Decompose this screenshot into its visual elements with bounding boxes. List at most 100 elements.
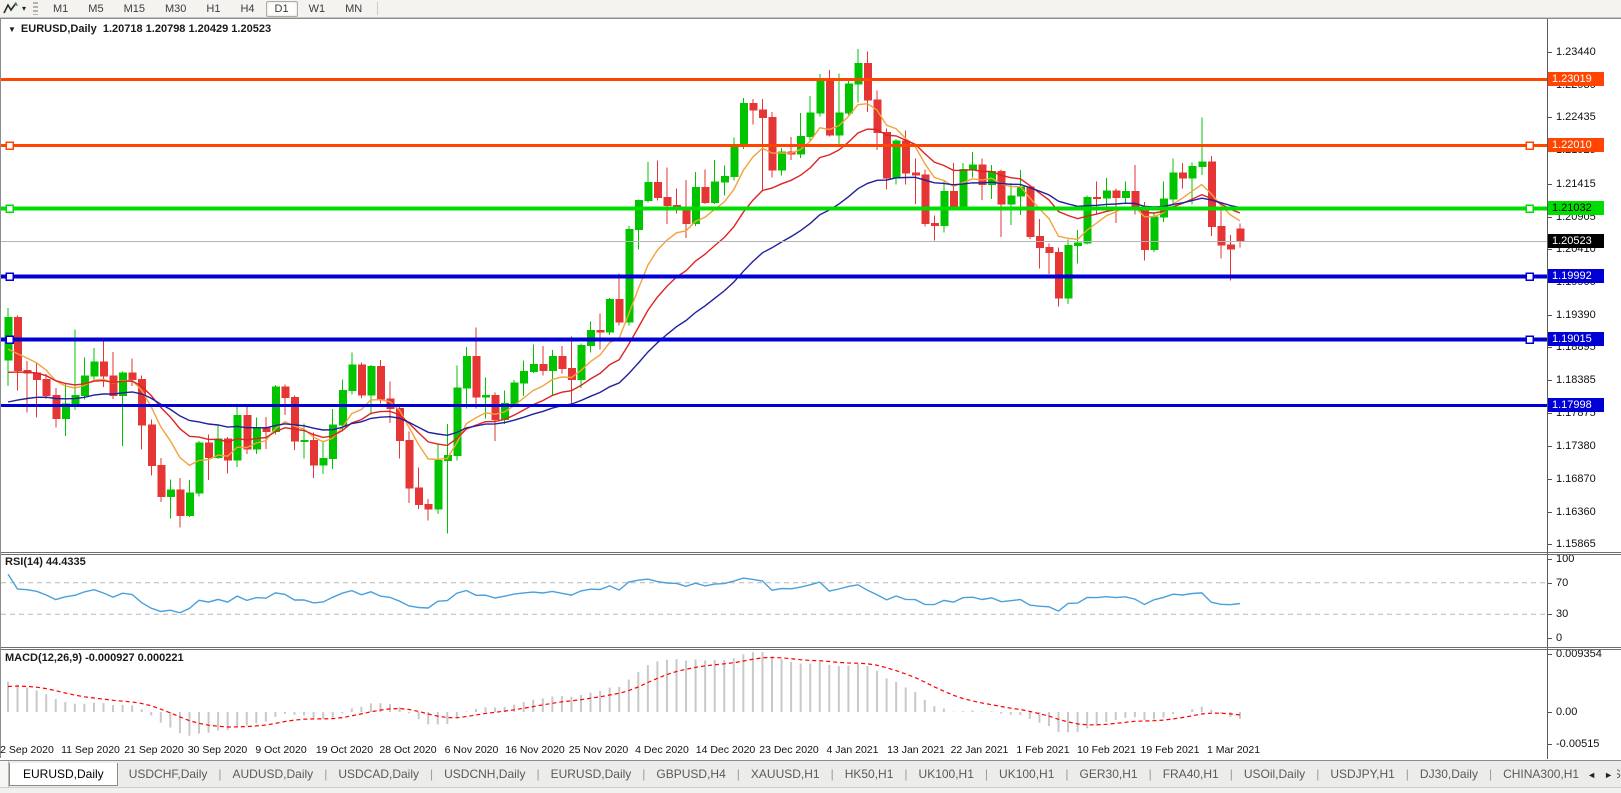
hline-price-label: 1.23019 bbox=[1548, 72, 1604, 86]
price-tick-label: 1.23440 bbox=[1556, 46, 1596, 58]
price-tick-label: 1.18385 bbox=[1556, 374, 1596, 386]
date-tick-label: 1 Feb 2021 bbox=[1016, 744, 1069, 756]
date-tick-label: 9 Oct 2020 bbox=[255, 744, 306, 756]
tab-audusd-daily[interactable]: AUDUSD,Daily bbox=[222, 763, 325, 785]
toolbar-separator bbox=[377, 2, 378, 15]
pane-divider[interactable] bbox=[1, 554, 1621, 555]
rsi-tickmark bbox=[1548, 559, 1552, 560]
tab-dj30-daily[interactable]: DJ30,Daily bbox=[1409, 763, 1489, 785]
current-price-label: 1.20523 bbox=[1548, 234, 1604, 248]
timeframe-button-w1[interactable]: W1 bbox=[300, 1, 335, 17]
price-tickmark bbox=[1548, 117, 1552, 118]
timeframe-button-h4[interactable]: H4 bbox=[231, 1, 263, 17]
tab-ger30-h1[interactable]: GER30,H1 bbox=[1069, 763, 1149, 785]
price-tickmark bbox=[1548, 184, 1552, 185]
chart-tools-dropdown-caret[interactable]: ▾ bbox=[21, 4, 30, 13]
rsi-tickmark bbox=[1548, 583, 1552, 584]
chart-ohlc-values: 1.20718 1.20798 1.20429 1.20523 bbox=[103, 23, 271, 35]
date-tick-label: 30 Sep 2020 bbox=[188, 744, 248, 756]
timeframe-button-m30[interactable]: M30 bbox=[156, 1, 195, 17]
chart-ohlc-header: ▼ EURUSD,Daily 1.20718 1.20798 1.20429 1.… bbox=[8, 23, 271, 35]
date-tick-label: 19 Feb 2021 bbox=[1141, 744, 1200, 756]
price-tickmark bbox=[1548, 217, 1552, 218]
tab-usdcad-daily[interactable]: USDCAD,Daily bbox=[327, 763, 430, 785]
tab-scroll-controls: ◄ ► bbox=[1583, 761, 1617, 787]
toolbar-grip-handle[interactable] bbox=[33, 2, 38, 15]
timeframe-button-m5[interactable]: M5 bbox=[79, 1, 112, 17]
collapse-icon[interactable]: ▼ bbox=[8, 25, 16, 34]
price-tickmark bbox=[1548, 544, 1552, 545]
tab-gbpusd-h4[interactable]: GBPUSD,H4 bbox=[645, 763, 736, 785]
timeframe-button-h1[interactable]: H1 bbox=[197, 1, 229, 17]
price-tick-label: 1.15865 bbox=[1556, 538, 1596, 550]
date-axis[interactable]: 2 Sep 202011 Sep 202021 Sep 202030 Sep 2… bbox=[1, 741, 1547, 759]
tab-usdjpy-h1[interactable]: USDJPY,H1 bbox=[1319, 763, 1405, 785]
macd-tickmark bbox=[1548, 744, 1552, 745]
price-tickmark bbox=[1548, 249, 1552, 250]
tab-usdcnh-daily[interactable]: USDCNH,Daily bbox=[433, 763, 536, 785]
date-tick-label: 6 Nov 2020 bbox=[445, 744, 499, 756]
tab-eurusd-daily[interactable]: EURUSD,Daily bbox=[9, 763, 118, 786]
pane-divider[interactable] bbox=[1, 552, 1621, 553]
rsi-tickmark bbox=[1548, 638, 1552, 639]
date-tick-label: 19 Oct 2020 bbox=[316, 744, 373, 756]
tab-usoil-daily[interactable]: USOil,Daily bbox=[1233, 763, 1316, 785]
hline-price-label: 1.17998 bbox=[1548, 398, 1604, 412]
price-tick-label: 1.17380 bbox=[1556, 440, 1596, 452]
tab-uk100-h1[interactable]: UK100,H1 bbox=[908, 763, 985, 785]
date-tick-label: 16 Nov 2020 bbox=[505, 744, 565, 756]
tab-scroll-left-icon[interactable]: ◄ bbox=[1587, 770, 1596, 780]
chart-window[interactable]: ▼ EURUSD,Daily 1.20718 1.20798 1.20429 1.… bbox=[0, 18, 1621, 758]
date-tick-label: 23 Dec 2020 bbox=[759, 744, 819, 756]
timeframe-button-m1[interactable]: M1 bbox=[44, 1, 77, 17]
date-tick-label: 22 Jan 2021 bbox=[951, 744, 1009, 756]
date-tick-label: 1 Mar 2021 bbox=[1207, 744, 1260, 756]
macd-tickmark bbox=[1548, 712, 1552, 713]
pane-divider[interactable] bbox=[1, 649, 1621, 650]
price-tick-label: 1.16360 bbox=[1556, 506, 1596, 518]
price-tickmark bbox=[1548, 380, 1552, 381]
tab-xauusd-h1[interactable]: XAUUSD,H1 bbox=[740, 763, 831, 785]
tab-uk100-h1[interactable]: UK100,H1 bbox=[988, 763, 1065, 785]
hline-price-label: 1.21032 bbox=[1548, 201, 1604, 215]
tab-china300-h1[interactable]: CHINA300,H1 bbox=[1492, 763, 1590, 785]
tab-fra40-h1[interactable]: FRA40,H1 bbox=[1152, 763, 1230, 785]
date-tick-label: 4 Jan 2021 bbox=[827, 744, 879, 756]
price-tickmark bbox=[1548, 347, 1552, 348]
chart-symbol-label: EURUSD,Daily bbox=[21, 23, 97, 35]
price-tickmark bbox=[1548, 446, 1552, 447]
rsi-tick-label: 0 bbox=[1556, 632, 1562, 644]
timeframe-button-mn[interactable]: MN bbox=[336, 1, 371, 17]
date-tick-label: 28 Oct 2020 bbox=[379, 744, 436, 756]
price-tickmark bbox=[1548, 315, 1552, 316]
date-tick-label: 4 Dec 2020 bbox=[635, 744, 689, 756]
tab-usdchf-daily[interactable]: USDCHF,Daily bbox=[118, 763, 219, 785]
price-tick-label: 1.16870 bbox=[1556, 473, 1596, 485]
date-tick-label: 11 Sep 2020 bbox=[61, 744, 120, 756]
price-tick-label: 1.21415 bbox=[1556, 178, 1596, 190]
price-tickmark bbox=[1548, 512, 1552, 513]
chart-tools-icon[interactable] bbox=[0, 1, 21, 17]
timeframe-button-d1[interactable]: D1 bbox=[266, 1, 298, 17]
timeframe-button-m15[interactable]: M15 bbox=[115, 1, 154, 17]
date-tick-label: 13 Jan 2021 bbox=[887, 744, 945, 756]
timeframe-toolbar: ▾ M1M5M15M30H1H4D1W1MN bbox=[0, 0, 1621, 18]
price-tick-label: 1.19390 bbox=[1556, 309, 1596, 321]
macd-tickmark bbox=[1548, 654, 1552, 655]
tab-eurusd-daily[interactable]: EURUSD,Daily bbox=[540, 763, 643, 785]
tab-hk50-h1[interactable]: HK50,H1 bbox=[834, 763, 905, 785]
tab-scroll-right-icon[interactable]: ► bbox=[1604, 770, 1613, 780]
trading-terminal-window: ▾ M1M5M15M30H1H4D1W1MN ▼ EURUSD,Daily 1.2… bbox=[0, 0, 1621, 793]
rsi-indicator-label: RSI(14) 44.4335 bbox=[5, 556, 86, 568]
price-tickmark bbox=[1548, 413, 1552, 414]
macd-indicator-label: MACD(12,26,9) -0.000927 0.000221 bbox=[5, 652, 184, 664]
price-axis[interactable]: 1.234401.229301.224351.219251.214151.209… bbox=[1547, 19, 1621, 759]
price-chart-canvas[interactable] bbox=[1, 19, 1547, 741]
rsi-tickmark bbox=[1548, 614, 1552, 615]
price-tickmark bbox=[1548, 479, 1552, 480]
date-tick-label: 14 Dec 2020 bbox=[696, 744, 756, 756]
tab-bar-stub bbox=[0, 761, 9, 787]
date-tick-label: 21 Sep 2020 bbox=[124, 744, 184, 756]
pane-divider[interactable] bbox=[1, 647, 1621, 648]
symbol-tabs: EURUSD,DailyUSDCHF,Daily|AUDUSD,Daily|US… bbox=[9, 761, 1621, 787]
